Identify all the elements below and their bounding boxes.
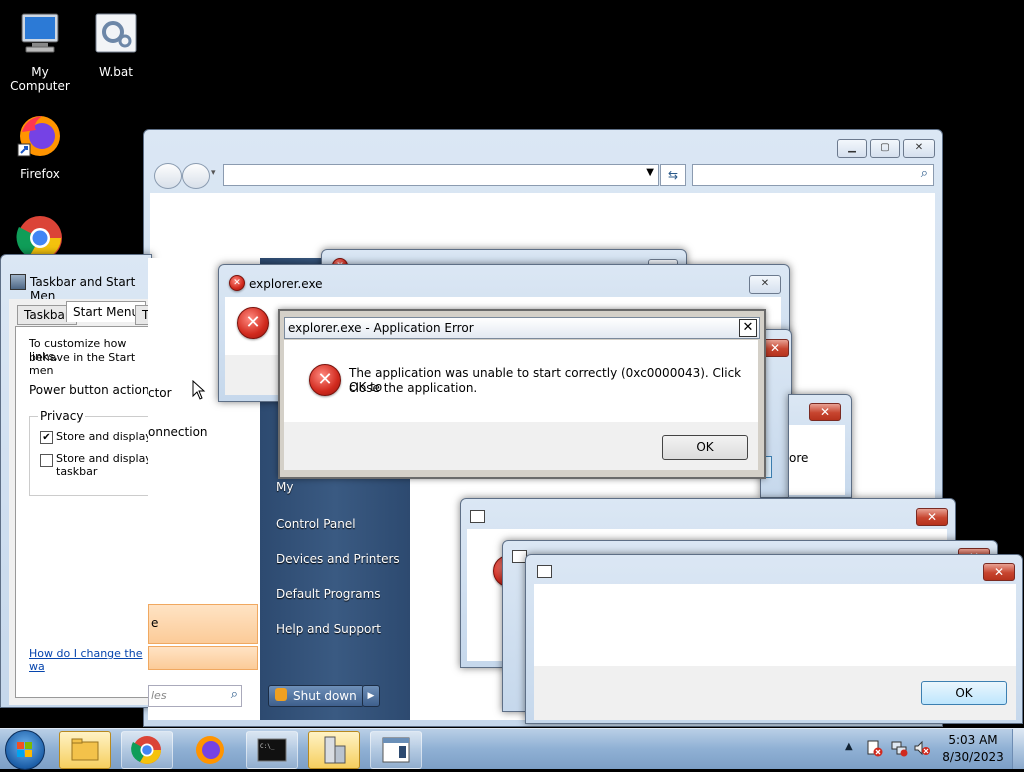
privacy-group: Privacy ✔ Store and display r Store and … (29, 409, 161, 496)
bottom-dialog[interactable]: ✕ OK (525, 554, 1023, 724)
error-icon: ✕ (237, 307, 269, 339)
desktop-icon-label: My Computer (10, 65, 70, 93)
desktop-icon-label: Firefox (20, 167, 60, 181)
taskbar-chrome[interactable] (121, 731, 173, 769)
taskbar-firefox[interactable] (184, 731, 236, 769)
help-link[interactable]: How do I change the wa (29, 647, 156, 673)
error-icon: ✕ (309, 364, 341, 396)
app-error-titlebar: explorer.exe - Application Error ✕ (284, 317, 760, 339)
intro-text-2: behave in the Start men (29, 351, 136, 377)
shutdown-button[interactable]: Shut down (268, 685, 364, 707)
privacy-checkbox-2[interactable] (40, 454, 53, 467)
desktop-icon-label: W.bat (99, 65, 133, 79)
desktop-icon-firefox[interactable]: Firefox (0, 112, 80, 181)
recent-pages-icon[interactable]: ▾ (211, 168, 216, 178)
svg-text:C:\_: C:\_ (260, 743, 275, 750)
volume-muted-icon[interactable] (913, 739, 931, 757)
close-button[interactable]: ✕ (903, 139, 935, 158)
close-button[interactable]: ✕ (983, 563, 1015, 581)
partial-text: ore (789, 451, 809, 465)
ok-button[interactable]: OK (921, 681, 1007, 705)
start-button[interactable] (5, 730, 45, 770)
show-hidden-icons[interactable]: ▲ (845, 741, 853, 752)
shield-icon (275, 688, 287, 701)
chevron-down-icon[interactable]: ▼ (646, 167, 654, 178)
start-menu-item[interactable]: ctor (148, 386, 172, 400)
window-title: explorer.exe (249, 277, 323, 291)
clock-time[interactable]: 5:03 AM (940, 733, 1006, 747)
firefox-icon (196, 736, 224, 764)
close-button[interactable]: ✕ (916, 508, 948, 526)
start-menu-highlight[interactable]: e (148, 604, 258, 644)
ok-button[interactable]: OK (662, 435, 748, 460)
back-button[interactable] (154, 163, 182, 189)
search-input[interactable]: ⌕ (692, 164, 934, 186)
error-message-line2: close the application. (349, 381, 478, 395)
command-prompt-icon: C:\_ (257, 738, 287, 762)
desktop-icon-my-computer[interactable]: My Computer (0, 10, 80, 93)
shutdown-options-arrow[interactable]: ▶ (362, 685, 380, 707)
windows-logo-icon (17, 742, 32, 757)
taskbar-properties-icon (10, 274, 26, 290)
folder-icon (71, 738, 99, 761)
privacy-option-2: Store and display r (56, 452, 160, 465)
forward-button[interactable] (182, 163, 210, 189)
maximize-button[interactable]: ▢ (870, 139, 900, 158)
address-bar[interactable]: ▼ (223, 164, 659, 186)
mouse-cursor-icon (192, 380, 206, 400)
search-icon: ⌕ (920, 166, 928, 181)
taskbar-window[interactable] (370, 731, 422, 769)
close-button[interactable]: ✕ (739, 319, 757, 337)
privacy-checkbox-1[interactable]: ✔ (40, 431, 53, 444)
taskbar-explorer[interactable] (59, 731, 111, 769)
search-icon: ⌕ (230, 687, 238, 702)
start-item-control-panel[interactable]: Control Panel (276, 517, 356, 531)
dialog-title: explorer.exe - Application Error (288, 321, 474, 335)
start-item-help[interactable]: Help and Support (276, 622, 381, 636)
start-item-my[interactable]: My (276, 480, 293, 494)
action-center-icon[interactable] (866, 739, 884, 757)
close-button[interactable]: ✕ (809, 403, 841, 421)
minimize-button[interactable]: ▁ (837, 139, 867, 158)
chrome-icon (131, 736, 161, 764)
app-icon (537, 565, 552, 578)
app-icon (470, 510, 485, 523)
window-icon (382, 737, 410, 763)
start-item-devices[interactable]: Devices and Printers (276, 552, 400, 566)
app-error-body: ✕ The application was unable to start co… (284, 340, 758, 422)
start-item-default-programs[interactable]: Default Programs (276, 587, 381, 601)
close-button[interactable]: ✕ (749, 275, 781, 294)
privacy-legend: Privacy (38, 409, 86, 423)
start-menu-item[interactable]: onnection (148, 425, 208, 439)
show-desktop-button[interactable] (1012, 729, 1024, 769)
error-icon: ✕ (229, 275, 245, 291)
clock-date[interactable]: 8/30/2023 (940, 750, 1006, 764)
batch-file-icon (95, 13, 137, 53)
taskbar-properties-icon (324, 736, 346, 764)
taskbar-properties[interactable] (308, 731, 360, 769)
desktop-icon-w-bat[interactable]: W.bat (76, 10, 156, 79)
taskbar: C:\_ ▲ 5:03 AM 8/30/2023 (0, 728, 1024, 770)
privacy-option-1: Store and display r (56, 430, 160, 443)
taskbar-properties-window[interactable]: Taskbar and Start Men Taskbar Start Menu… (0, 254, 161, 708)
firefox-icon (17, 116, 60, 157)
app-error-dialog[interactable]: explorer.exe - Application Error ✕ ✕ The… (278, 309, 766, 479)
start-menu-highlight-2[interactable] (148, 646, 258, 670)
privacy-option-2-cont: taskbar (56, 465, 98, 478)
computer-icon (21, 13, 59, 53)
refresh-icon[interactable]: ⇆ (660, 164, 686, 186)
start-search-input[interactable]: les ⌕ (148, 685, 242, 707)
power-button-label: Power button action: (29, 383, 154, 397)
side-dialog-2[interactable]: ✕ ore (788, 394, 852, 498)
taskbar-cmd[interactable]: C:\_ (246, 731, 298, 769)
network-icon[interactable] (890, 739, 908, 757)
